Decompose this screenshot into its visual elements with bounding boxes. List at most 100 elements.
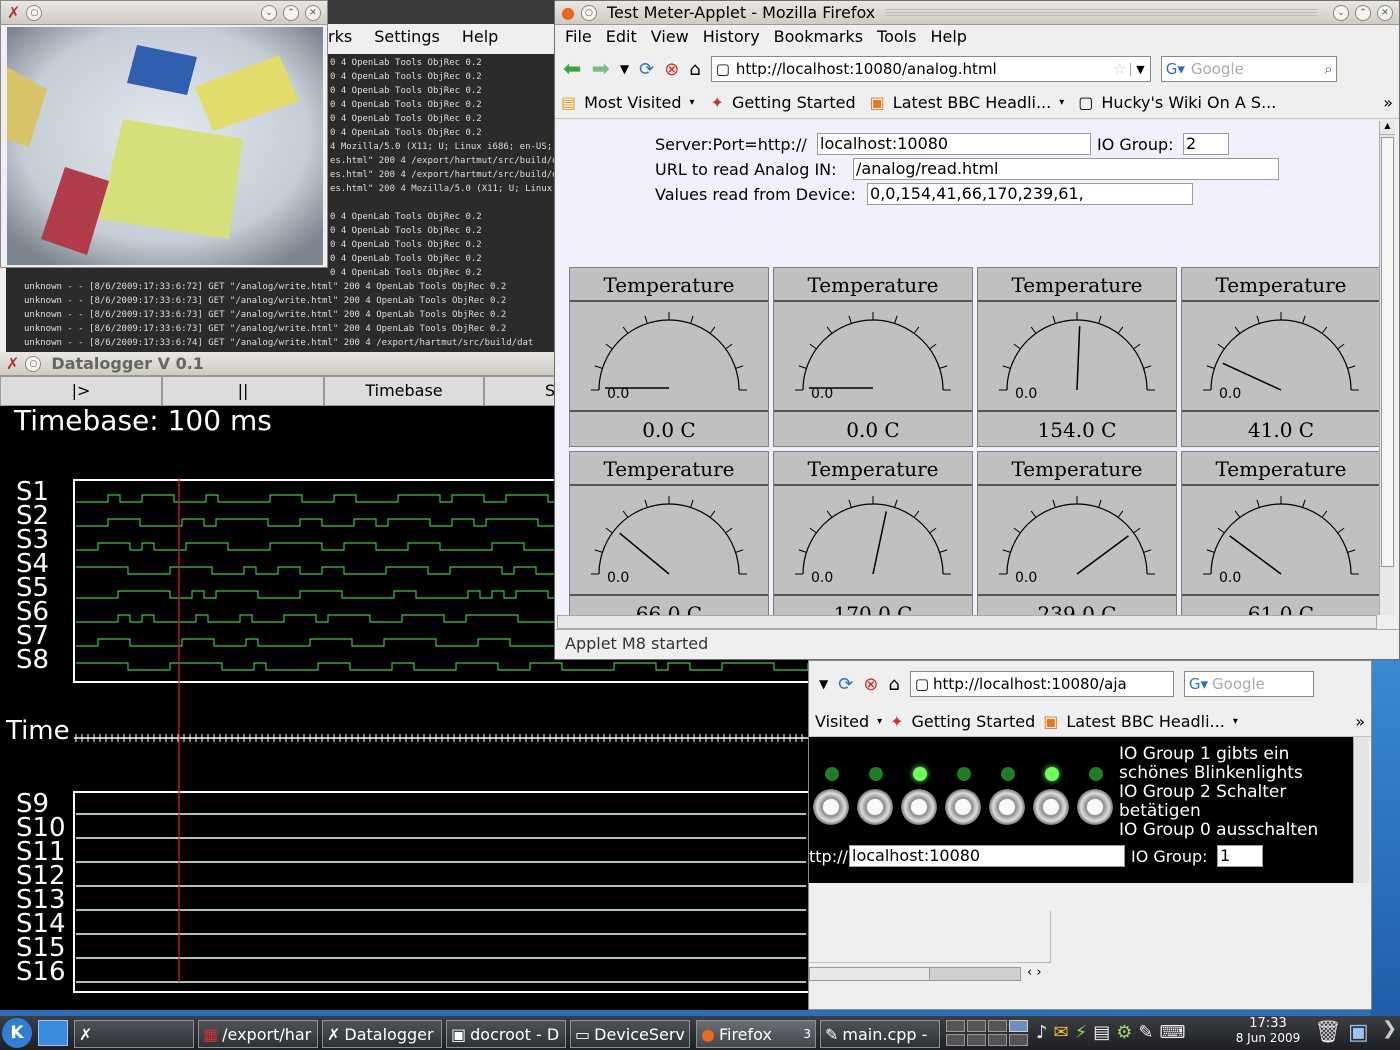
hide-panel-icon[interactable]: ❯ [1382,1018,1397,1039]
menu-tools[interactable]: Tools [877,27,916,49]
firefox2-search-placeholder: Google [1212,675,1265,693]
task-docroot[interactable]: ▣ docroot - D [446,1020,566,1048]
task-deviceserv[interactable]: ▭ DeviceServ [570,1020,690,1048]
task-terminal[interactable]: ▦/export/har [198,1020,318,1048]
minimize-icon[interactable]: ⌄ [261,4,277,21]
volume-icon[interactable]: ♪ [1036,1022,1048,1043]
app-icon: ✗ [7,3,21,22]
io-text-4: betätigen [1119,801,1201,821]
home-icon[interactable]: ⌂ [888,674,899,695]
firefox2-vscrollbar[interactable] [1353,737,1369,883]
search-icon[interactable]: ⌕ [1324,60,1332,78]
io-group-field[interactable]: 2 [1183,133,1229,155]
toggle-switch[interactable] [813,789,849,825]
reload-icon[interactable]: ⟳ [639,59,654,80]
url-dropdown-icon[interactable]: ▼ [1130,62,1149,76]
task-firefox[interactable]: ● Firefox 3 [696,1020,816,1048]
vscrollbar[interactable]: ▲ [1379,121,1395,615]
io-group-label: IO Group: [1097,135,1174,154]
url-read-field[interactable]: /analog/read.html [853,158,1279,180]
terminal-menu-help[interactable]: Help [462,27,498,46]
vscroll-thumb[interactable] [1381,137,1394,567]
menu-file[interactable]: File [565,27,592,49]
menu-view[interactable]: View [651,27,689,49]
close-icon[interactable]: ✕ [1377,4,1393,21]
firefox2-search-field[interactable]: G▾ Google [1183,671,1314,697]
firefox2-hscrollbar[interactable] [809,967,1021,981]
terminal-menu-settings[interactable]: Settings [374,27,440,46]
settings-button[interactable]: S [484,376,564,406]
overflow-icon[interactable]: » [1355,712,1365,731]
play-button[interactable]: |> [0,376,162,406]
menu-history[interactable]: History [703,27,760,49]
firefox-icon: ● [561,3,575,22]
menu-bookmarks[interactable]: Bookmarks [774,27,863,49]
values-field[interactable]: 0,0,154,41,66,170,239,61, [867,183,1193,205]
timebase-button[interactable]: Timebase [324,376,484,406]
toggle-switch[interactable] [1077,789,1113,825]
menu-edit[interactable]: Edit [606,27,637,49]
toggle-switch[interactable] [901,789,937,825]
settings-icon[interactable]: ⚙ [1116,1022,1132,1043]
bookmark-bbc[interactable]: Latest BBC Headli... [893,93,1051,112]
toggle-switch[interactable] [945,789,981,825]
toggle-switch[interactable] [989,789,1025,825]
menu-help[interactable]: Help [930,27,966,49]
stop-icon[interactable]: ⊗ [863,674,878,695]
back-icon[interactable]: ⬅ [563,57,581,82]
status-text: Applet M8 started [565,634,709,653]
close-icon[interactable]: ✕ [305,4,321,21]
maximize-icon[interactable]: ⌃ [1355,4,1371,21]
url-field[interactable]: ▢ http://localhost:10080/analog.html ☆ ▼ [710,56,1151,82]
show-desktop-icon[interactable] [38,1020,68,1046]
toggle-switch[interactable] [857,789,893,825]
pause-button[interactable]: || [162,376,324,406]
server-field[interactable]: localhost:10080 [817,133,1091,155]
notes-icon[interactable]: ▤ [1093,1022,1110,1043]
pager[interactable] [946,1020,1028,1046]
scroll-arrows-icon[interactable]: ‹ › [1027,965,1042,980]
trash-icon[interactable]: 🗑 [1314,1020,1342,1045]
bookmark-hucky[interactable]: Hucky's Wiki On A S... [1101,93,1276,112]
toggle-switch[interactable] [1033,789,1069,825]
server-field-2[interactable]: localhost:10080 [849,845,1125,867]
clipboard-icon[interactable]: ✉ [1054,1022,1069,1043]
gauge-arc [802,319,944,391]
star-icon[interactable]: ☆ [1113,60,1126,78]
network-icon[interactable]: ▣ [1348,1020,1369,1045]
bookmark-getting-started[interactable]: Getting Started [912,712,1036,731]
firefox2-url-field[interactable]: ▢ http://localhost:10080/aja [909,671,1174,697]
clock-time: 17:33 [1249,1016,1287,1031]
terminal-menu-bookmarks[interactable]: rks [328,27,352,46]
stop-icon[interactable]: ⊗ [664,59,679,80]
bookmark-getting-started[interactable]: Getting Started [732,93,856,112]
overflow-icon[interactable]: » [1383,93,1393,112]
io-group-field-2[interactable]: 1 [1217,845,1263,867]
home-icon[interactable]: ⌂ [689,59,700,80]
gauge-value: 170.0 C [774,594,972,615]
bookmark-most-visited[interactable]: Most Visited [584,93,681,112]
maximize-icon[interactable]: ⌃ [283,4,299,21]
keyboard-icon[interactable]: ⌨ [1159,1022,1185,1043]
bookmark-most-visited[interactable]: Visited [815,712,869,731]
bookmark-bbc[interactable]: Latest BBC Headli... [1066,712,1224,731]
search-field[interactable]: G▾ Google ⌕ [1160,56,1337,82]
reload-icon[interactable]: ⟳ [838,674,853,695]
task-maincpp[interactable]: ✎ main.cpp - [820,1020,940,1048]
menu-button-icon[interactable]: ○ [25,355,42,372]
gauge-tick [809,527,817,534]
hscrollbar[interactable] [557,615,1377,629]
task-empty[interactable]: ✗ [74,1020,194,1048]
menu-button-icon[interactable]: ○ [580,4,597,21]
kde-menu-icon[interactable]: K [2,1018,32,1048]
forward-icon[interactable]: ➡ [591,57,609,82]
terminal-line: unknown - - [8/6/2009:17:33:6:73] GET "/… [24,310,507,320]
task-datalogger[interactable]: ✗ Datalogger [322,1020,442,1048]
clock[interactable]: 17:33 8 Jun 2009 [1228,1016,1308,1045]
power-icon[interactable]: ⚡ [1075,1022,1088,1043]
menu-button-icon[interactable]: ○ [26,4,43,21]
minimize-icon[interactable]: ⌄ [1333,4,1349,21]
history-dropdown-icon[interactable]: ▼ [819,677,828,691]
pen-icon[interactable]: ✎ [1138,1022,1153,1043]
history-dropdown-icon[interactable]: ▼ [620,62,629,76]
